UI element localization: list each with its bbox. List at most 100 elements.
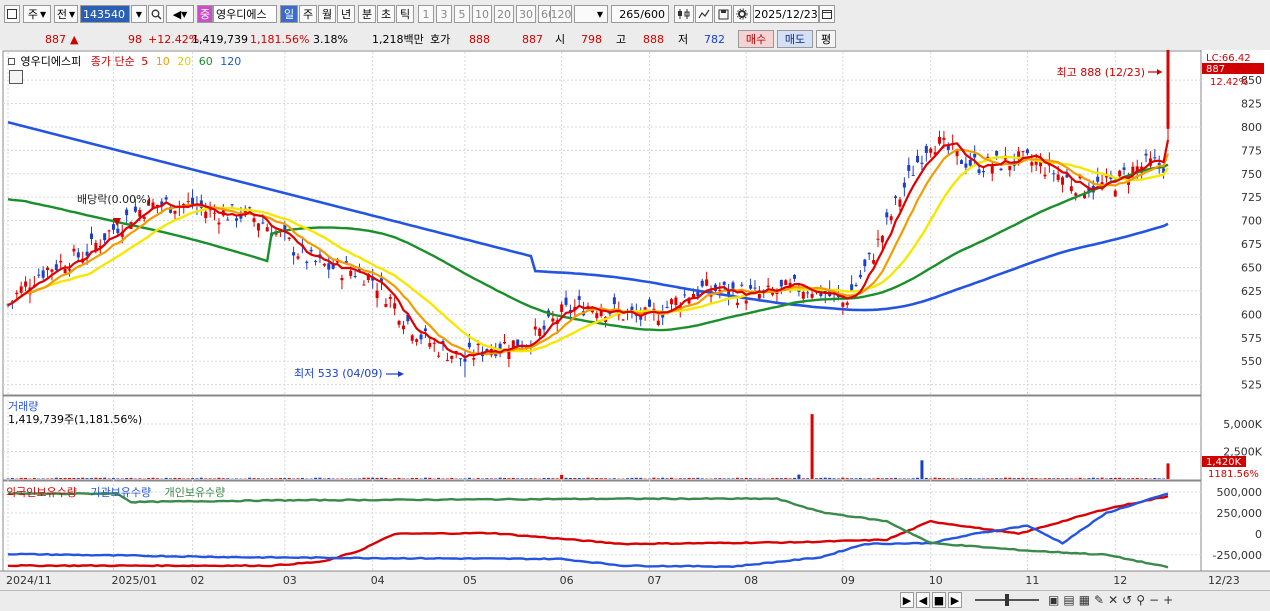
volume-bar xyxy=(1158,478,1161,479)
interval-30[interactable]: 30 xyxy=(516,5,536,23)
count-input[interactable]: 265/600 xyxy=(611,5,669,23)
legend-stock-name: 영우디에스피 xyxy=(21,55,82,68)
erase-icon[interactable]: ✕ xyxy=(1108,593,1118,607)
volume-pct-tag: 1181.56% xyxy=(1208,469,1259,480)
candle-body xyxy=(991,166,994,173)
stop-icon[interactable]: ■ xyxy=(932,592,946,608)
volume-bar xyxy=(920,460,923,479)
layout-split-icon[interactable]: ▤ xyxy=(1063,593,1074,607)
candle-body xyxy=(437,356,440,357)
search-icon[interactable] xyxy=(148,5,164,23)
play-icon[interactable]: ▶ xyxy=(900,592,914,608)
pct-tag: 12.42% xyxy=(1210,77,1248,88)
tab-minute[interactable]: 분 xyxy=(358,5,376,23)
minus-icon[interactable]: − xyxy=(1149,593,1159,607)
chart-canvas[interactable]: 8508258007757507257006756506256005755505… xyxy=(0,50,1270,590)
draw-tool-icon[interactable] xyxy=(695,5,713,23)
date-input[interactable]: 2025/12/23 xyxy=(753,5,819,23)
candle-body xyxy=(898,199,901,206)
volume-bar xyxy=(529,478,532,479)
volume-bar xyxy=(257,478,260,479)
screen-icon[interactable] xyxy=(4,5,20,23)
rewind-icon[interactable]: ◀ xyxy=(916,592,930,608)
market-type-select[interactable]: 주▼ xyxy=(23,5,51,23)
tab-week[interactable]: 주 xyxy=(299,5,317,23)
candle-body xyxy=(1153,157,1156,158)
candle-body xyxy=(1118,171,1121,177)
candle-body xyxy=(806,292,809,293)
calendar-icon[interactable] xyxy=(819,5,835,23)
volume-bar xyxy=(1131,478,1134,479)
stock-code-input[interactable]: 143540 xyxy=(80,5,130,23)
candle-body xyxy=(732,282,735,288)
save-icon[interactable] xyxy=(714,5,732,23)
price-tick: 800 xyxy=(1241,121,1262,134)
candle-body xyxy=(112,224,115,230)
tab-tick[interactable]: 틱 xyxy=(396,5,414,23)
volume-bar xyxy=(797,475,800,479)
code-dropdown-icon[interactable]: ▼ xyxy=(131,5,147,23)
candle-body xyxy=(340,278,343,280)
draw-icon[interactable]: ✎ xyxy=(1094,593,1104,607)
tab-month[interactable]: 월 xyxy=(318,5,336,23)
quote-low: 782 xyxy=(704,31,725,47)
candle-body xyxy=(384,304,387,307)
quote-ask: 888 xyxy=(469,31,490,47)
volume-bar xyxy=(116,478,119,479)
volume-bar xyxy=(1145,478,1148,479)
tab-day[interactable]: 일 xyxy=(280,5,298,23)
volume-bar xyxy=(1061,478,1064,479)
tab-second[interactable]: 초 xyxy=(377,5,395,23)
candle-body xyxy=(472,358,475,360)
tab-year[interactable]: 년 xyxy=(337,5,355,23)
volume-bar xyxy=(178,478,181,479)
quote-high: 888 xyxy=(643,31,664,47)
volume-bar xyxy=(670,478,673,479)
legend-box-icon xyxy=(8,58,15,65)
avg-button[interactable]: 평 xyxy=(816,30,836,48)
interval-10[interactable]: 10 xyxy=(472,5,492,23)
calculator-icon[interactable] xyxy=(9,70,23,84)
candle-body xyxy=(1061,177,1064,184)
quote-bid: 887 xyxy=(522,31,543,47)
candle-body xyxy=(780,280,783,286)
reset-icon[interactable]: ↺ xyxy=(1122,593,1132,607)
candle-body xyxy=(846,303,849,305)
candle-body xyxy=(885,212,888,217)
volume-bar xyxy=(217,478,220,479)
buy-button[interactable]: 매수 xyxy=(738,30,774,48)
zoom-slider-handle[interactable] xyxy=(1005,594,1009,606)
chart-area[interactable]: 8508258007757507257006756506256005755505… xyxy=(0,50,1270,590)
volume-bar xyxy=(916,478,919,479)
quote-price: 887▲ xyxy=(45,31,78,47)
zoom-icon[interactable]: ⚲ xyxy=(1136,593,1145,607)
layout-icon[interactable]: ▣ xyxy=(1048,593,1059,607)
x-axis-end-label: 12/23 xyxy=(1208,574,1240,587)
interval-3[interactable]: 3 xyxy=(436,5,452,23)
candle-type-icon[interactable] xyxy=(674,5,694,23)
interval-120[interactable]: 120 xyxy=(550,5,572,23)
volume-bar xyxy=(1140,478,1143,479)
settings-gear-icon[interactable] xyxy=(733,5,751,23)
layout-grid-icon[interactable]: ▦ xyxy=(1079,593,1090,607)
candle-body xyxy=(68,269,71,270)
speaker-icon[interactable]: ◀▼ xyxy=(166,5,194,23)
plus-icon[interactable]: + xyxy=(1163,593,1173,607)
market-scope-select[interactable]: 전▼ xyxy=(54,5,78,23)
high-label: 고 xyxy=(616,31,626,47)
interval-20[interactable]: 20 xyxy=(494,5,514,23)
candle-body xyxy=(749,285,752,289)
candle-body xyxy=(1022,151,1025,152)
volume-bar xyxy=(727,478,730,479)
volume-bar xyxy=(986,478,989,479)
stock-name-field[interactable]: 영우디에스 xyxy=(213,5,277,23)
volume-bar xyxy=(318,478,321,479)
interval-custom-select[interactable]: ▼ xyxy=(574,5,608,23)
interval-5[interactable]: 5 xyxy=(454,5,470,23)
sell-button[interactable]: 매도 xyxy=(777,30,813,48)
volume-bar xyxy=(846,478,849,479)
interval-1[interactable]: 1 xyxy=(418,5,434,23)
candle-body xyxy=(1043,175,1046,177)
volume-bar xyxy=(1043,478,1046,479)
forward-icon[interactable]: ▶ xyxy=(948,592,962,608)
